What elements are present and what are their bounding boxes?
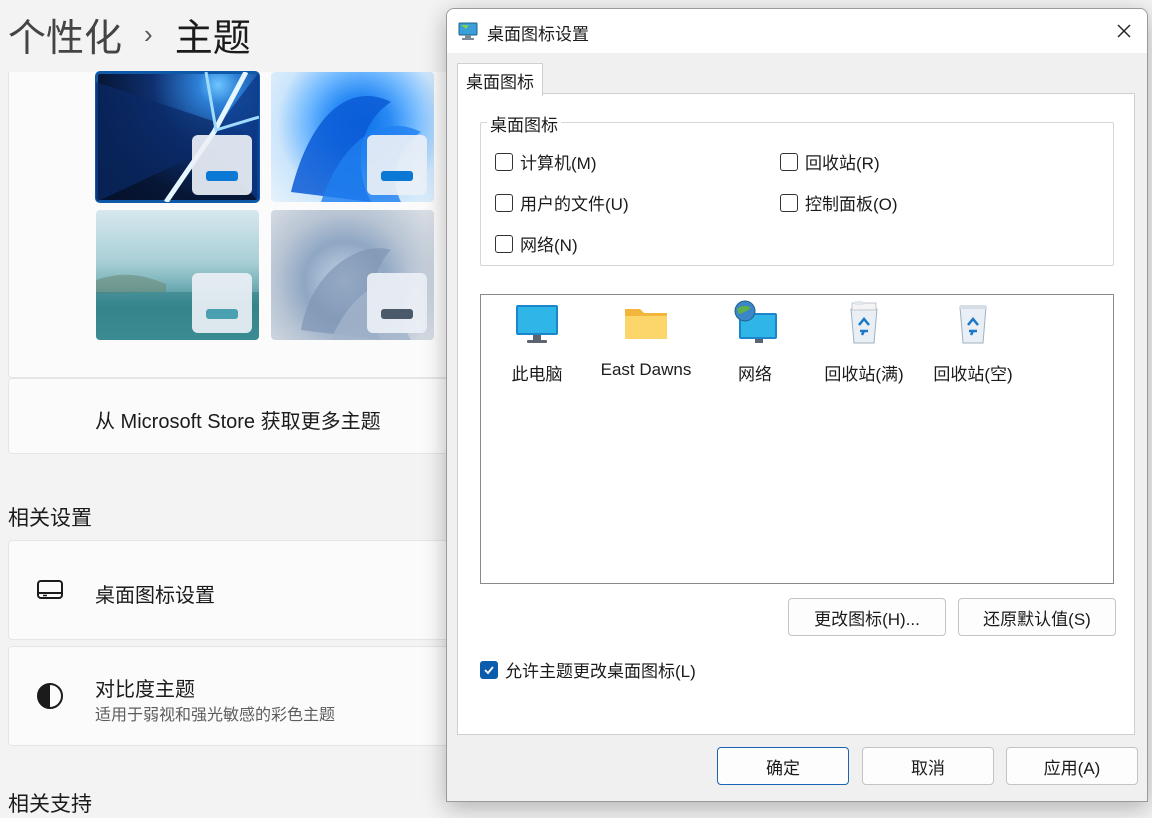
checkmark-icon — [484, 665, 494, 674]
recycle-bin-checkbox[interactable]: 回收站(R) — [780, 149, 880, 174]
related-settings-heading: 相关设置 — [8, 507, 92, 530]
list-item-network[interactable]: 网络 — [703, 299, 807, 385]
computer-checkbox-label: 计算机(M) — [520, 154, 597, 173]
dialog-titlebar[interactable]: 桌面图标设置 — [447, 9, 1147, 53]
computer-checkbox[interactable]: 计算机(M) — [495, 149, 596, 174]
theme-preview-window — [192, 135, 252, 195]
related-support-heading: 相关支持 — [8, 793, 92, 816]
list-item-recycle-bin-full[interactable]: 回收站(满) — [812, 299, 916, 385]
checkbox-box-checked[interactable] — [480, 660, 498, 679]
dialog-title: 桌面图标设置 — [487, 25, 589, 44]
list-item-label: 此电脑 — [511, 365, 563, 384]
desktop-icon — [37, 580, 63, 599]
control-panel-checkbox-label: 控制面板(O) — [805, 195, 898, 214]
desktop-settings-app-icon — [458, 22, 478, 40]
contrast-themes-title: 对比度主题 — [95, 679, 195, 701]
close-button[interactable] — [1101, 9, 1147, 53]
checkbox-box[interactable] — [495, 234, 513, 253]
control-panel-checkbox[interactable]: 控制面板(O) — [780, 190, 898, 215]
network-checkbox-label: 网络(N) — [520, 236, 578, 255]
theme-thumbnail-bloom-blue[interactable] — [271, 72, 434, 202]
chevron-right-icon: › — [144, 18, 153, 49]
cancel-button[interactable]: 取消 — [862, 747, 994, 785]
checkbox-box[interactable] — [495, 152, 513, 171]
change-icon-button[interactable]: 更改图标(H)... — [788, 598, 946, 636]
checkbox-box[interactable] — [495, 193, 513, 212]
contrast-icon — [37, 683, 63, 709]
list-item-recycle-bin-empty[interactable]: 回收站(空) — [921, 299, 1025, 385]
tab-desktop-icons[interactable]: 桌面图标 — [457, 63, 543, 96]
groupbox-title: 桌面图标 — [487, 111, 561, 136]
close-icon — [1117, 24, 1131, 38]
network-checkbox[interactable]: 网络(N) — [495, 231, 578, 256]
list-item-this-pc[interactable]: 此电脑 — [485, 299, 589, 385]
recycle-bin-full-icon — [850, 301, 878, 344]
allow-themes-label: 允许主题更改桌面图标(L) — [505, 662, 696, 681]
monitor-icon — [516, 305, 558, 343]
checkbox-box[interactable] — [780, 193, 798, 212]
recycle-bin-checkbox-label: 回收站(R) — [805, 154, 880, 173]
theme-thumbnail-lake[interactable] — [96, 210, 259, 340]
folder-icon — [625, 309, 667, 339]
user-files-checkbox[interactable]: 用户的文件(U) — [495, 190, 629, 215]
list-item-label: 回收站(空) — [933, 365, 1013, 384]
list-item-label: East Dawns — [600, 360, 692, 379]
recycle-bin-empty-icon — [959, 305, 987, 344]
contrast-themes-subtitle: 适用于弱视和强光敏感的彩色主题 — [95, 707, 336, 724]
list-item-label: 网络 — [738, 365, 772, 384]
page-title: 主题 — [174, 17, 251, 60]
theme-preview-window — [367, 135, 427, 195]
breadcrumb: 个性化 › 主题 — [8, 6, 251, 62]
list-item-user-folder[interactable]: East Dawns — [594, 299, 698, 380]
desktop-icon-settings-title: 桌面图标设置 — [95, 585, 215, 607]
theme-thumbnail-glow[interactable] — [95, 71, 260, 203]
ok-button[interactable]: 确定 — [717, 747, 849, 785]
desktop-icon-settings-dialog: 桌面图标设置 桌面图标 桌面图标 计算机(M) 回收站(R) 用户的文件(U) — [446, 8, 1148, 802]
user-files-checkbox-label: 用户的文件(U) — [520, 195, 629, 214]
checkbox-box[interactable] — [780, 152, 798, 171]
breadcrumb-parent[interactable]: 个性化 — [8, 7, 122, 62]
store-themes-label: 从 Microsoft Store 获取更多主题 — [95, 411, 381, 433]
allow-themes-checkbox[interactable]: 允许主题更改桌面图标(L) — [480, 657, 696, 682]
tab-panel: 桌面图标 计算机(M) 回收站(R) 用户的文件(U) 控制面板(O) 网络(N… — [457, 93, 1135, 735]
restore-default-button[interactable]: 还原默认值(S) — [958, 598, 1116, 636]
list-item-label: 回收站(满) — [824, 365, 904, 384]
network-globe-icon — [734, 300, 777, 343]
theme-preview-window — [367, 273, 427, 333]
theme-preview-window — [192, 273, 252, 333]
desktop-icon-list[interactable]: 此电脑 East Dawns 网络 回收站(满) 回收站(空) — [480, 294, 1114, 584]
desktop-icons-groupbox: 桌面图标 计算机(M) 回收站(R) 用户的文件(U) 控制面板(O) 网络(N… — [480, 111, 1114, 266]
apply-button[interactable]: 应用(A) — [1006, 747, 1138, 785]
theme-thumbnail-bloom-gray[interactable] — [271, 210, 434, 340]
